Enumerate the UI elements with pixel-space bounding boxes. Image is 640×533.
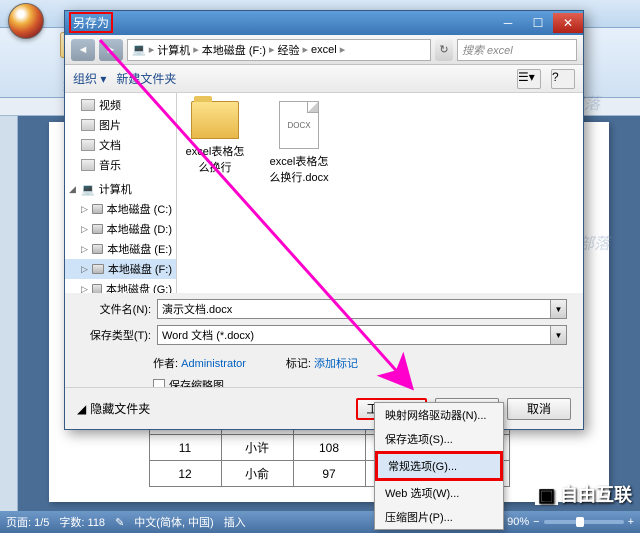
back-button[interactable]: ◄ (71, 39, 95, 61)
file-item[interactable]: excel表格怎么换行 (185, 101, 245, 175)
pc-icon: 💻 (132, 43, 146, 56)
tools-menu-item[interactable]: 常规选项(G)... (375, 451, 503, 481)
dialog-toolbar: 组织 ▾ 新建文件夹 ☰▾ ? (65, 65, 583, 93)
tags-value[interactable]: 添加标记 (314, 358, 358, 370)
file-item[interactable]: DOCXexcel表格怎么换行.docx (269, 101, 329, 185)
office-button[interactable] (8, 3, 44, 39)
dialog-titlebar[interactable]: 另存为 ─ ☐ ✕ (65, 11, 583, 35)
breadcrumb[interactable]: 💻 ▸ 计算机▸ 本地磁盘 (F:)▸ 经验▸ excel▸ (127, 39, 431, 61)
crumb[interactable]: 本地磁盘 (F:) (202, 42, 266, 58)
help-button[interactable]: ? (551, 69, 575, 89)
author-value[interactable]: Administrator (181, 358, 246, 370)
word-left-ruler (0, 116, 18, 511)
tools-menu-item[interactable]: 压缩图片(P)... (375, 505, 503, 529)
meta-row: 作者: Administrator 标记: 添加标记 (65, 355, 583, 371)
zoom-controls[interactable]: 90% − + (507, 516, 634, 528)
sidebar-drive-item[interactable]: ▷本地磁盘 (F:) (65, 259, 176, 279)
brand-footer: ▣自由互联 (535, 481, 632, 507)
filename-input[interactable]: 演示文档.docx▼ (157, 299, 567, 319)
view-mode-button[interactable]: ☰▾ (517, 69, 541, 89)
file-list-area[interactable]: excel表格怎么换行 DOCXexcel表格怎么换行.docx (177, 93, 583, 293)
organize-button[interactable]: 组织 ▾ (73, 70, 106, 87)
new-folder-button[interactable]: 新建文件夹 (116, 70, 176, 87)
save-as-dialog: 另存为 ─ ☐ ✕ ◄ ► 💻 ▸ 计算机▸ 本地磁盘 (F:)▸ 经验▸ ex… (64, 10, 584, 430)
status-words[interactable]: 字数: 118 (59, 514, 105, 530)
status-page[interactable]: 页面: 1/5 (6, 514, 49, 530)
filetype-label: 保存类型(T): (81, 327, 151, 343)
sidebar-item[interactable]: 图片 (65, 115, 176, 135)
sidebar-item[interactable]: 文档 (65, 135, 176, 155)
table-cell[interactable]: 12 (149, 461, 221, 487)
tools-menu-item[interactable]: 映射网络驱动器(N)... (375, 403, 503, 427)
dialog-title: 另存为 (69, 12, 113, 33)
crumb[interactable]: 计算机 (157, 42, 190, 58)
tools-menu-item[interactable]: Web 选项(W)... (375, 481, 503, 505)
tools-dropdown-menu: 映射网络驱动器(N)...保存选项(S)...常规选项(G)...Web 选项(… (374, 402, 504, 530)
sidebar-item[interactable]: 音乐 (65, 155, 176, 175)
crumb[interactable]: excel (311, 44, 337, 56)
forward-button[interactable]: ► (99, 39, 123, 61)
sidebar-computer[interactable]: ◢💻计算机 (65, 179, 176, 199)
sidebar-drive-item[interactable]: ▷本地磁盘 (G:) (65, 279, 176, 293)
sidebar-drive-item[interactable]: ▷本地磁盘 (C:) (65, 199, 176, 219)
sidebar-tree[interactable]: 视频图片文档音乐 ◢💻计算机 ▷本地磁盘 (C:)▷本地磁盘 (D:)▷本地磁盘… (65, 93, 177, 293)
sidebar-drive-item[interactable]: ▷本地磁盘 (E:) (65, 239, 176, 259)
refresh-button[interactable]: ↻ (435, 39, 453, 61)
nav-row: ◄ ► 💻 ▸ 计算机▸ 本地磁盘 (F:)▸ 经验▸ excel▸ ↻ 搜索 … (65, 35, 583, 65)
folder-icon (191, 101, 239, 139)
zoom-value: 90% (507, 516, 529, 528)
minimize-button[interactable]: ─ (493, 13, 523, 33)
tools-menu-item[interactable]: 保存选项(S)... (375, 427, 503, 451)
close-button[interactable]: ✕ (553, 13, 583, 33)
search-input[interactable]: 搜索 excel (457, 39, 577, 61)
status-mode[interactable]: 插入 (224, 514, 246, 530)
hide-folders-toggle[interactable]: ◢隐藏文件夹 (77, 400, 150, 417)
table-cell[interactable]: 小俞 (221, 461, 293, 487)
zoom-slider[interactable] (544, 520, 624, 524)
dialog-body: 视频图片文档音乐 ◢💻计算机 ▷本地磁盘 (C:)▷本地磁盘 (D:)▷本地磁盘… (65, 93, 583, 293)
word-status-bar: 页面: 1/5 字数: 118 ✎ 中文(简体, 中国) 插入 90% − + (0, 511, 640, 533)
filename-fields: 文件名(N): 演示文档.docx▼ 保存类型(T): Word 文档 (*.d… (65, 293, 583, 351)
docx-icon: DOCX (279, 101, 319, 149)
filetype-select[interactable]: Word 文档 (*.docx)▼ (157, 325, 567, 345)
status-lang[interactable]: 中文(简体, 中国) (134, 514, 213, 530)
table-cell[interactable]: 11 (149, 435, 221, 461)
table-cell[interactable]: 小许 (221, 435, 293, 461)
table-cell[interactable]: 97 (293, 461, 365, 487)
table-cell[interactable]: 108 (293, 435, 365, 461)
sidebar-drive-item[interactable]: ▷本地磁盘 (D:) (65, 219, 176, 239)
cancel-button[interactable]: 取消 (507, 398, 571, 420)
crumb[interactable]: 经验 (277, 42, 299, 58)
sidebar-item[interactable]: 视频 (65, 95, 176, 115)
filename-label: 文件名(N): (81, 301, 151, 317)
dialog-footer: ◢隐藏文件夹 工具(L)▼ 保存(S) 取消 (65, 387, 583, 429)
maximize-button[interactable]: ☐ (523, 13, 553, 33)
